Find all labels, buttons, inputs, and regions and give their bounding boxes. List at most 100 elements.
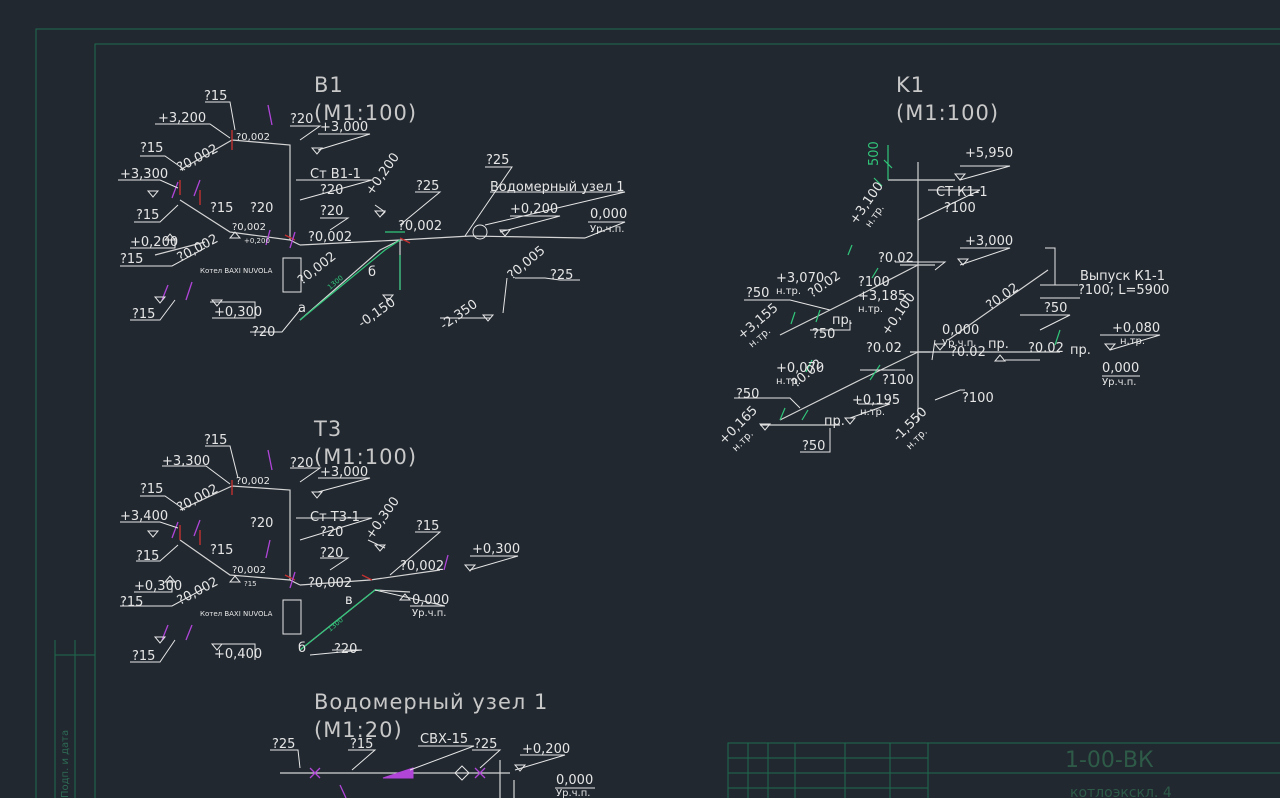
t3-slope0002a: ?0,002 xyxy=(236,476,270,487)
b1-lev0200-meter: +0,200 xyxy=(510,202,558,217)
t3-riser-d: ?20 xyxy=(320,525,343,540)
k1-lev0000: 0,000 xyxy=(942,323,979,338)
t3-d15f: ?15 xyxy=(244,580,257,588)
t3-lev0000: 0,000 xyxy=(412,593,449,608)
t3-d15b: ?15 xyxy=(140,482,163,497)
vu-d25a: ?25 xyxy=(272,737,295,752)
b1-d20d: ?20 xyxy=(252,325,275,340)
k1-d50-c: ?50 xyxy=(1044,301,1067,316)
sheet-frame xyxy=(35,28,1280,798)
cad-drawing-canvas[interactable]: Подп. и дата 1-00-ВК котлоэкскл. 4 B1 (M… xyxy=(0,0,1280,798)
b1-d20a: ?20 xyxy=(250,201,273,216)
t3-riser: Ст Т3-1 xyxy=(310,510,360,525)
k1-npr-e: н.тр. xyxy=(1120,336,1145,347)
b1-meter: Водомерный узел 1 xyxy=(490,180,625,195)
b1-riser-d: ?20 xyxy=(320,183,343,198)
t3-lev0400: +0,400 xyxy=(214,647,262,662)
k1-slope002-b: ?0.02 xyxy=(878,251,914,266)
scheme-k1[interactable]: K1 (M1:100) 500 +5,950 СТ К1-1 ?100 +3,1… xyxy=(716,73,1169,454)
k1-slope002-d: ?0.02 xyxy=(866,341,902,356)
vu-urchp: Ур.ч.п. xyxy=(556,788,590,798)
vu-meter-type: СВХ-15 xyxy=(420,732,468,747)
k1-urchp-b: Ур.ч.п. xyxy=(1102,377,1136,388)
t3-slope0002c: ?0,002 xyxy=(232,565,266,576)
b1-d25c: ?25 xyxy=(550,268,573,283)
b1-d15d: ?15 xyxy=(120,252,143,267)
k1-d100-a: ?100 xyxy=(858,275,890,290)
k1-slope002-c: ?0.02 xyxy=(984,280,1022,313)
b1-riser: Ст В1-1 xyxy=(310,167,361,182)
k1-riser-d: ?100 xyxy=(944,201,976,216)
b1-levm0150: -0,150 xyxy=(356,295,399,331)
b1-slope0002a: ?0,002 xyxy=(236,132,270,143)
b1-lev3200: +3,200 xyxy=(158,111,206,126)
t3-lev0300c: +0,300 xyxy=(134,579,182,594)
scheme-t3[interactable]: T3 (M1:100) ?15 +3,300 ?0,002 ?20 +3,000… xyxy=(120,417,520,664)
vu-lev0200: +0,200 xyxy=(522,742,570,757)
t3-d20d: ?20 xyxy=(334,642,357,657)
t3-slope0002e: ?0,002 xyxy=(308,576,352,591)
k1-npr-b: н.тр. xyxy=(776,286,801,297)
t3-d15h: ?15 xyxy=(132,649,155,664)
b1-lev3000: +3,000 xyxy=(320,120,368,135)
k1-lev5950: +5,950 xyxy=(965,146,1013,161)
b1-lev0300: +0,300 xyxy=(214,305,262,320)
b1-slope0002d: ?0,002 xyxy=(232,222,266,233)
k1-lev3000: +3,000 xyxy=(965,234,1013,249)
k1-lev0000-b: 0,000 xyxy=(1102,361,1139,376)
drawing-code: 1-00-ВК xyxy=(1065,748,1154,773)
k1-npr-c: н.тр. xyxy=(858,304,883,315)
k1-pr-d: пр. xyxy=(824,414,845,429)
k1-d50-e: ?50 xyxy=(802,439,825,454)
b1-d15f: ?15 xyxy=(210,201,233,216)
k1-d100-c: ?100 xyxy=(962,391,994,406)
k1-outlet-d: ?100; L=5900 xyxy=(1078,283,1169,298)
b1-slope0002b: ?0,002 xyxy=(175,142,221,176)
b1-slope0005: ?0,005 xyxy=(505,243,548,283)
b1-d15a: ?15 xyxy=(204,89,227,104)
scheme-b1[interactable]: B1 (M1:100) ?15 +3,200 ?0,002 ?15 ?0,002… xyxy=(118,73,627,340)
t3-title: T3 xyxy=(313,417,342,441)
b1-mark-b: б xyxy=(368,265,376,280)
b1-slope0002c: ?0,002 xyxy=(175,232,221,266)
vu-d25b: ?25 xyxy=(474,737,497,752)
k1-slope002-e: ?0.02 xyxy=(950,345,986,360)
k1-scale: (M1:100) xyxy=(896,101,999,125)
b1-d15c: ?15 xyxy=(136,208,159,223)
b1-lev0000: 0,000 xyxy=(590,207,627,222)
t3-lev3400: +3,400 xyxy=(120,509,168,524)
b1-slope0002e: ?0,002 xyxy=(308,230,352,245)
t3-boiler: Котел BAXI NUVOLA xyxy=(200,610,273,618)
t3-mark-b: б xyxy=(298,641,306,656)
t3-dim1300: 1300 xyxy=(326,616,345,634)
b1-lev0200c: +0,200 xyxy=(363,150,403,198)
t3-slope0002d: ?0,002 xyxy=(400,559,444,574)
vu-title: Водомерный узел 1 xyxy=(314,690,548,714)
k1-d50-d: ?50 xyxy=(736,387,759,402)
k1-dim500: 500 xyxy=(867,141,882,166)
b1-title: B1 xyxy=(314,73,344,97)
b1-d25b: ?25 xyxy=(486,153,509,168)
title-block: 1-00-ВК котлоэкскл. 4 xyxy=(727,742,1280,798)
t3-slope0002b: ?0,002 xyxy=(175,482,221,516)
k1-d50-a: ?50 xyxy=(746,286,769,301)
b1-d20c: ?20 xyxy=(320,204,343,219)
t3-d20a: ?20 xyxy=(290,456,313,471)
k1-d100-b: ?100 xyxy=(882,373,914,388)
k1-lev0195: +0,195 xyxy=(852,393,900,408)
k1-outlet: Выпуск К1-1 xyxy=(1080,269,1165,284)
b1-urchp: Ур.ч.п. xyxy=(590,224,624,235)
side-stamp-text: Подп. и дата xyxy=(60,730,71,798)
b1-d15e: ?15 xyxy=(132,307,155,322)
k1-d50-b: ?50 xyxy=(812,327,835,342)
t3-d15a: ?15 xyxy=(204,433,227,448)
b1-lev0200: +0,200 xyxy=(130,235,178,250)
scheme-water-meter[interactable]: Водомерный узел 1 (M1:20) ?25 ?15 СВХ-15… xyxy=(270,690,595,798)
k1-lev0080: +0,080 xyxy=(1112,321,1160,336)
k1-slope002-f: ?0.02 xyxy=(1028,341,1064,356)
t3-mark-v: в xyxy=(345,593,353,608)
b1-mark-a: а xyxy=(298,301,306,316)
k1-title: K1 xyxy=(896,73,925,97)
k1-pr-c: пр. xyxy=(1070,343,1091,358)
b1-lev3300: +3,300 xyxy=(120,167,168,182)
